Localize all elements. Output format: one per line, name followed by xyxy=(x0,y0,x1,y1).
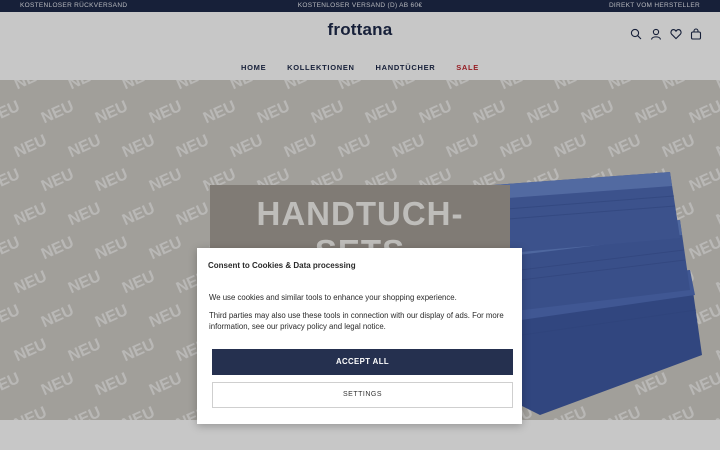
consent-text-2: Third parties may also use these tools i… xyxy=(209,311,504,331)
accept-all-button[interactable]: ACCEPT ALL xyxy=(212,349,513,375)
cookie-consent-dialog: Consent to Cookies & Data processing We … xyxy=(197,248,522,424)
consent-text-1: We use cookies and similar tools to enha… xyxy=(209,293,457,302)
consent-title: Consent to Cookies & Data processing xyxy=(208,261,356,270)
settings-button[interactable]: SETTINGS xyxy=(212,382,513,408)
